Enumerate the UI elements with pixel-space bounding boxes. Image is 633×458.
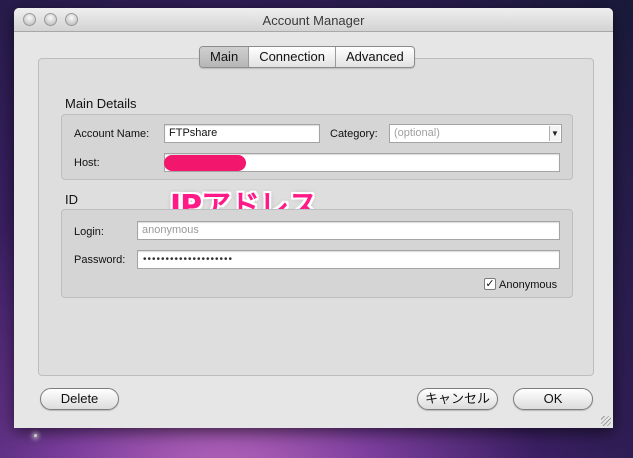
login-input[interactable]: anonymous: [137, 221, 560, 240]
tab-bar: Main Connection Advanced: [199, 46, 415, 68]
category-label: Category:: [330, 128, 378, 140]
category-placeholder: (optional): [394, 127, 440, 139]
window-title: Account Manager: [262, 13, 365, 28]
tab-connection[interactable]: Connection: [249, 47, 336, 67]
resize-grip-icon[interactable]: [601, 416, 611, 426]
delete-button[interactable]: Delete: [40, 388, 119, 410]
account-manager-window: Account Manager Main Connection Advanced…: [14, 8, 613, 428]
tab-advanced[interactable]: Advanced: [336, 47, 414, 67]
desktop-star: [34, 434, 37, 437]
login-label: Login:: [74, 226, 104, 238]
chevron-down-icon: ▼: [549, 126, 560, 141]
ok-button[interactable]: OK: [513, 388, 593, 410]
cancel-button[interactable]: キャンセル: [417, 388, 498, 410]
account-name-input[interactable]: FTPshare: [164, 124, 320, 143]
account-name-label: Account Name:: [74, 128, 150, 140]
title-bar[interactable]: Account Manager: [14, 8, 613, 32]
category-select[interactable]: (optional) ▼: [389, 124, 562, 143]
host-redaction-mark: [164, 155, 246, 171]
password-input[interactable]: ••••••••••••••••••••: [137, 250, 560, 269]
password-dots: ••••••••••••••••••••: [143, 254, 234, 265]
tab-main[interactable]: Main: [200, 47, 250, 67]
anonymous-label: Anonymous: [499, 279, 558, 291]
id-heading: ID: [65, 192, 78, 207]
host-label: Host:: [74, 157, 100, 169]
password-label: Password:: [74, 254, 126, 266]
anonymous-checkbox[interactable]: ✓: [484, 278, 496, 290]
main-details-heading: Main Details: [65, 96, 137, 111]
